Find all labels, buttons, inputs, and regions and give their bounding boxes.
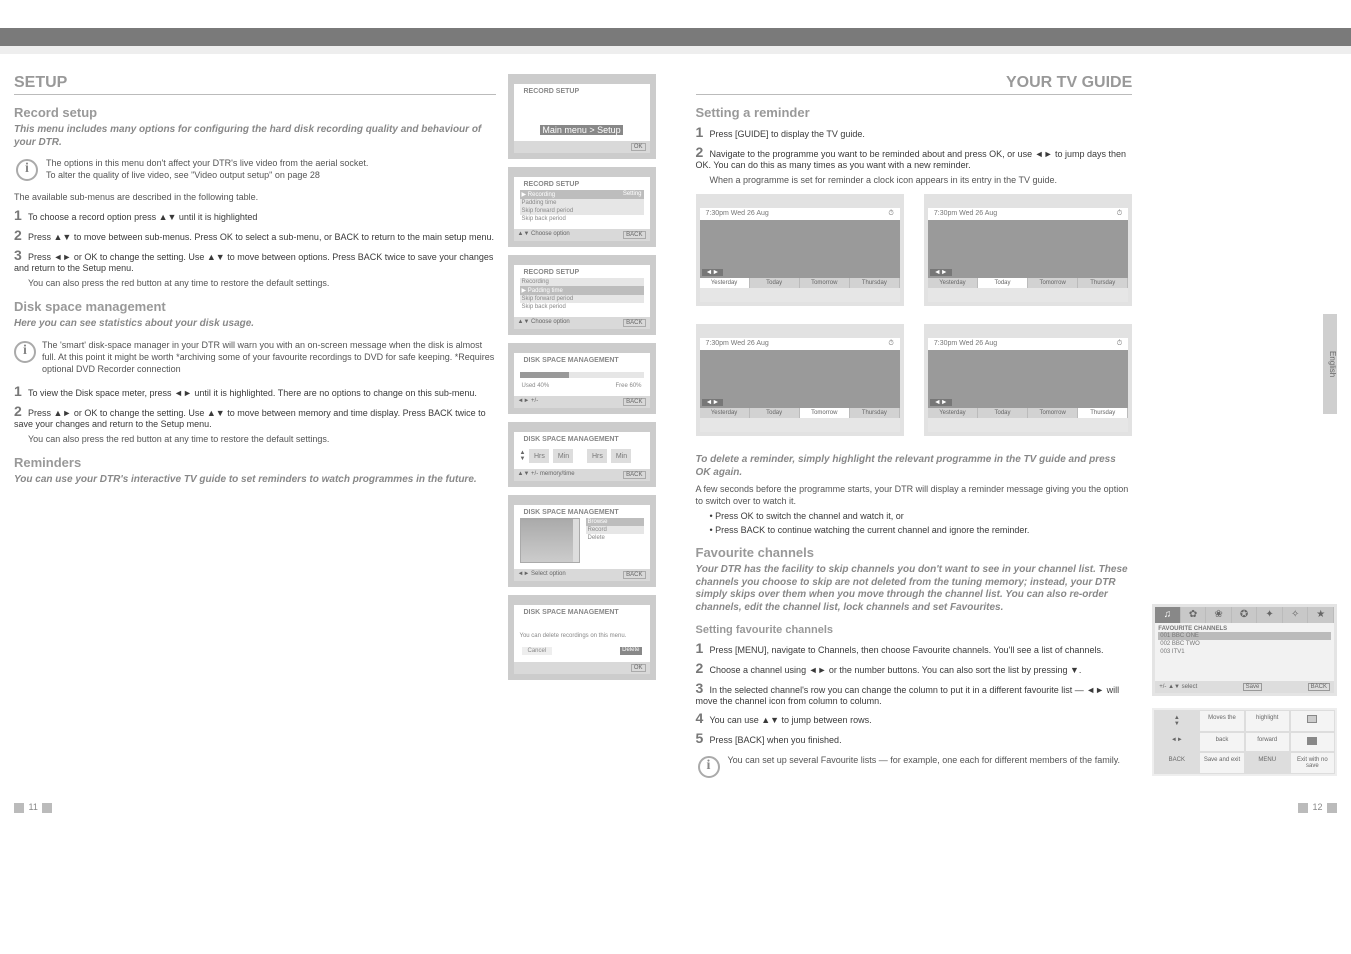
tab-icon: ✪ (1232, 607, 1258, 623)
section-title-setup: SETUP (14, 74, 496, 95)
chevron-left-right-icon: ◄► (702, 269, 724, 276)
step-text: Press ▲► or OK to change the setting. Us… (14, 408, 486, 429)
record-setup-heading: Record setup (14, 105, 496, 120)
screen-title: DISK SPACE MANAGEMENT (520, 434, 644, 445)
hint-text: The 'smart' disk-space manager in your D… (42, 339, 496, 375)
step-text: You can use ▲▼ to jump between rows. (710, 715, 872, 725)
tv-guide-screen: 7:30pm Wed 26 Aug⏱ ◄► Yesterday Today To… (924, 324, 1132, 436)
page-number-left: 11 (12, 802, 54, 813)
screen-mock: RECORD SETUP Recording ▶ Padding time Sk… (508, 255, 656, 335)
screen-title: RECORD SETUP (520, 86, 644, 97)
step-text: To view the Disk space meter, press ◄► u… (28, 388, 477, 398)
tab-icon: ✦ (1257, 607, 1283, 623)
record-setup-lead: This menu includes many options for conf… (14, 124, 496, 149)
step-text: Press [GUIDE] to display the TV guide. (710, 129, 865, 139)
tv-guide-screen: 7:30pm Wed 26 Aug⏱ ◄► Yesterday Today To… (924, 194, 1132, 306)
info-icon (696, 754, 722, 780)
chevron-left-right-icon: ◄► (702, 399, 724, 406)
step-text: In the selected channel's row you can ch… (696, 685, 1120, 706)
table-intro: The available sub-menus are described in… (14, 191, 496, 203)
screen-title: RECORD SETUP (520, 179, 644, 190)
tab-icon: ★ (1308, 607, 1334, 623)
screen-title: DISK SPACE MANAGEMENT (520, 507, 644, 518)
screen-title: DISK SPACE MANAGEMENT (520, 355, 644, 366)
thumbnail (520, 518, 580, 563)
disk-heading: Disk space management (14, 299, 496, 314)
tv-guide-screen: 7:30pm Wed 26 Aug⏱ ◄► Yesterday Today To… (696, 324, 904, 436)
prompt: Press OK to switch the channel and watch… (730, 511, 1133, 521)
step-text: Press [BACK] when you finished. (710, 735, 842, 745)
set-reminder-heading: Setting a reminder (696, 105, 1133, 120)
screen-mock: RECORD SETUP ▶ RecordingSetting Padding … (508, 167, 656, 247)
tv-guide-screen: 7:30pm Wed 26 Aug⏱ ◄► Yesterday Today To… (696, 194, 904, 306)
tab-icon: ♫ (1155, 607, 1181, 623)
favourites-screen: ♫ ✿ ❀ ✪ ✦ ✧ ★ FAVOURITE CHANNELS 001 BBC… (1152, 604, 1337, 696)
screen-mock: DISK SPACE MANAGEMENT You can delete rec… (508, 595, 656, 680)
section-title-guide: YOUR TV GUIDE (696, 74, 1133, 95)
tab-icon: ❀ (1206, 607, 1232, 623)
info-icon (14, 339, 36, 365)
prompt: Press BACK to continue watching the curr… (730, 525, 1133, 535)
step-note: You can also press the red button at any… (28, 277, 496, 289)
step-text: Choose a channel using ◄► or the number … (710, 665, 1082, 675)
screen-mock: DISK SPACE MANAGEMENT ▲▼ Hrs Min Hrs Min… (508, 422, 656, 487)
ok-button: OK (631, 143, 646, 151)
hint-text: You can set up several Favourite lists —… (728, 754, 1121, 766)
fav-heading: Favourite channels (696, 545, 1133, 560)
page-number-right: 12 (1296, 802, 1339, 813)
reminders-lead: You can use your DTR's interactive TV gu… (14, 474, 496, 487)
time-boxes: ▲▼ Hrs Min Hrs Min (520, 449, 644, 463)
step-text: Navigate to the programme you want to be… (696, 149, 1127, 170)
disk-usage-bar (520, 372, 644, 378)
hint-text: To alter the quality of live video, see … (46, 169, 368, 181)
tab-icon: ✿ (1181, 607, 1207, 623)
side-tab: English (1323, 314, 1337, 414)
reminder-later: A few seconds before the programme start… (696, 483, 1133, 507)
info-icon (14, 157, 40, 183)
note: When a programme is set for reminder a c… (710, 174, 1133, 186)
reminders-heading: Reminders (14, 455, 496, 470)
step-text: Press ◄► or OK to change the setting. Us… (14, 252, 493, 273)
screens-column: RECORD SETUP Main menu > Setup OK RECORD… (508, 74, 656, 788)
step-text: Press [MENU], navigate to Channels, then… (710, 645, 1104, 655)
step-note: You can also press the red button at any… (28, 433, 496, 445)
delete-reminder-lead: To delete a reminder, simply highlight t… (696, 454, 1133, 479)
step-text: To choose a record option press ▲▼ until… (28, 212, 257, 222)
chevron-left-right-icon: ◄► (930, 269, 952, 276)
screen-title: DISK SPACE MANAGEMENT (520, 607, 644, 618)
screen-title: RECORD SETUP (520, 267, 644, 278)
hint-text: The options in this menu don't affect yo… (46, 157, 368, 169)
fav-lead: Your DTR has the facility to skip channe… (696, 564, 1133, 614)
step-text: Press ▲▼ to move between sub-menus. Pres… (28, 232, 494, 242)
screen-mock: DISK SPACE MANAGEMENT Browse Record Dele… (508, 495, 656, 587)
screen-menu: Main menu > Setup (540, 125, 622, 135)
fav-sub: Setting favourite channels (696, 624, 1133, 636)
disk-lead: Here you can see statistics about your d… (14, 318, 496, 331)
chevron-left-right-icon: ◄► (930, 399, 952, 406)
favourites-help-table: ▲▼ Moves the highlight ◄► back forward B… (1152, 708, 1337, 776)
screen-mock: DISK SPACE MANAGEMENT Used 40%Free 60% ◄… (508, 343, 656, 414)
screen-mock: RECORD SETUP Main menu > Setup OK (508, 74, 656, 159)
tab-icon: ✧ (1283, 607, 1309, 623)
